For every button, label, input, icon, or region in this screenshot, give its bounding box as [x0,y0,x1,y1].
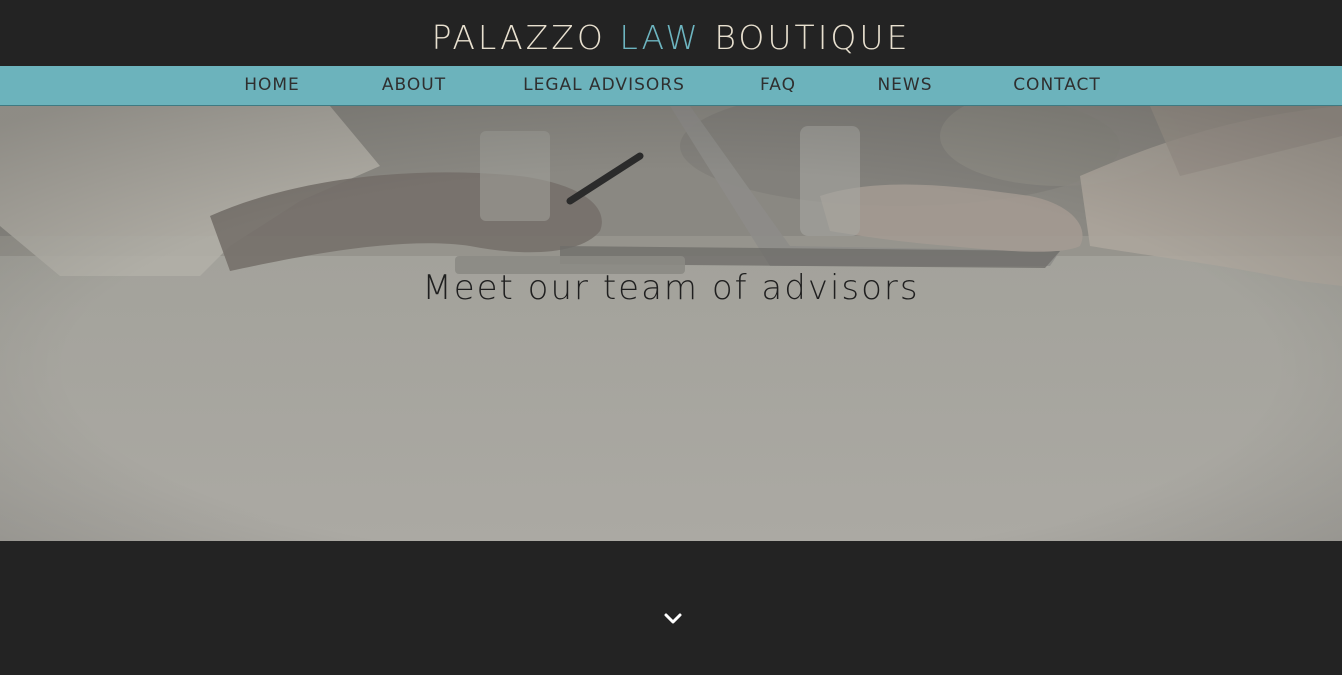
nav-item-about[interactable]: ABOUT [376,66,452,105]
nav-item-home[interactable]: HOME [240,66,304,105]
nav-item-contact[interactable]: CONTACT [1008,66,1106,105]
logo-word-palazzo: PALAZZO [431,18,606,57]
page: PALAZZO LAW BOUTIQUE HOME ABOUT LEGAL AD… [0,0,1342,675]
site-logo[interactable]: PALAZZO LAW BOUTIQUE [0,16,1342,60]
hero-banner: Meet our team of advisors [0,106,1342,541]
logo-word-law: LAW [619,18,701,57]
chevron-down-icon [664,613,682,624]
main-navigation: HOME ABOUT LEGAL ADVISORS FAQ NEWS CONTA… [0,66,1342,106]
logo-word-boutique: BOUTIQUE [714,18,911,57]
hero-title: Meet our team of advisors [422,268,920,308]
nav-item-legal-advisors[interactable]: LEGAL ADVISORS [522,66,686,105]
hero-background-image [0,106,1342,541]
nav-item-news[interactable]: NEWS [872,66,938,105]
scroll-down-button[interactable] [659,606,687,632]
nav-item-faq[interactable]: FAQ [755,66,801,105]
site-header: PALAZZO LAW BOUTIQUE [0,0,1342,66]
